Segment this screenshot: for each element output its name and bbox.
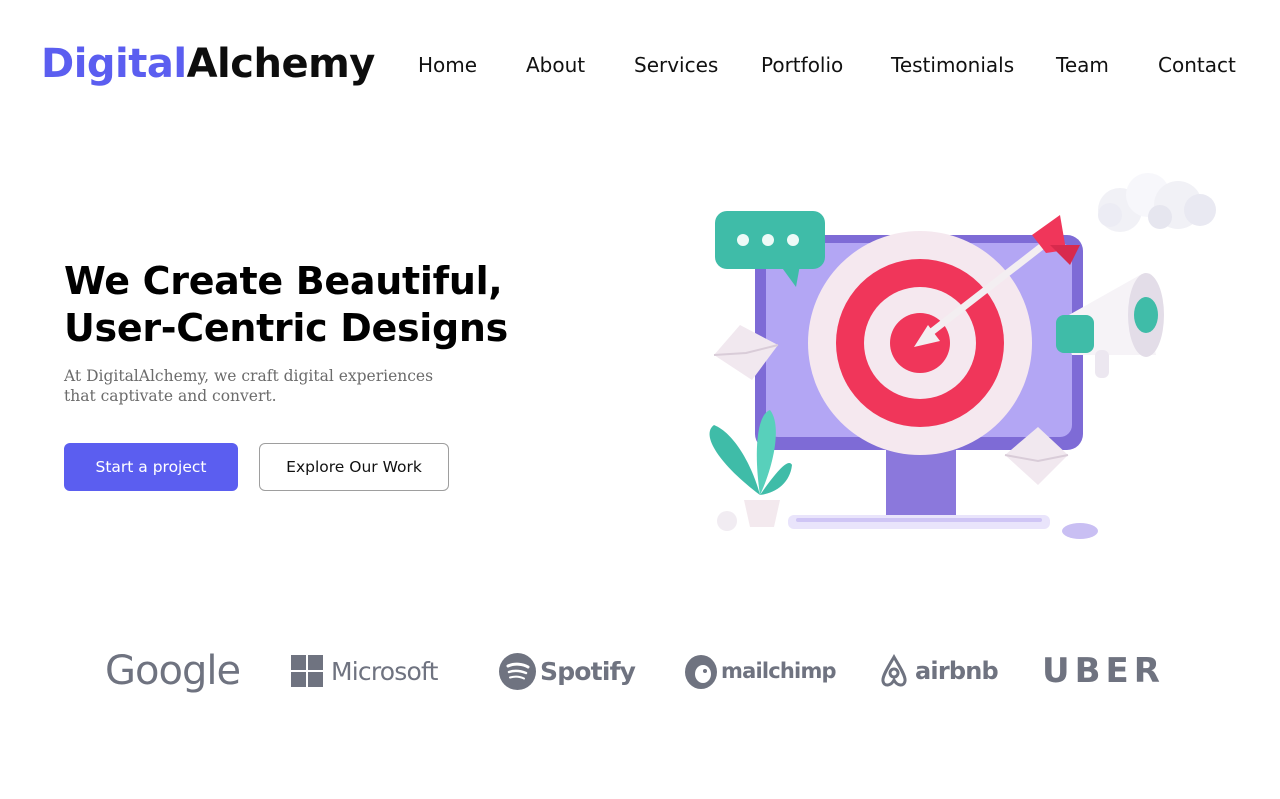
brand-airbnb-text: airbnb <box>915 657 999 685</box>
brand-google: Google <box>105 645 241 697</box>
brand-spotify: Spotify <box>499 645 636 697</box>
brand-google-text: Google <box>105 648 241 694</box>
mouse-icon <box>1062 523 1098 539</box>
brand-airbnb: airbnb <box>879 645 999 697</box>
hero-subtitle: At DigitalAlchemy, we craft digital expe… <box>64 367 434 405</box>
airbnb-icon <box>881 654 907 687</box>
brand-mailchimp: mailchimp <box>683 645 837 697</box>
explore-work-button[interactable]: Explore Our Work <box>259 443 449 491</box>
logo[interactable]: DigitalAlchemy <box>41 38 375 90</box>
nav-about[interactable]: About <box>526 53 585 77</box>
spotify-icon <box>499 652 536 690</box>
microsoft-icon <box>291 655 323 687</box>
cloud-icon <box>1098 173 1216 232</box>
logo-digital: Digital <box>41 41 187 87</box>
brand-mailchimp-text: mailchimp <box>721 659 837 683</box>
mailchimp-icon <box>685 655 717 689</box>
nav-portfolio[interactable]: Portfolio <box>761 53 843 77</box>
hero-title-line-1: We Create Beautiful, <box>64 259 503 303</box>
brand-uber-text: UBER <box>1042 651 1165 691</box>
nav-home[interactable]: Home <box>418 53 477 77</box>
nav-services[interactable]: Services <box>634 53 718 77</box>
brand-uber: UBER <box>1042 645 1165 697</box>
brand-microsoft: Microsoft <box>291 645 438 697</box>
nav-contact[interactable]: Contact <box>1158 53 1236 77</box>
nav-testimonials[interactable]: Testimonials <box>891 53 1014 77</box>
hero-title: We Create Beautiful, User-Centric Design… <box>64 258 584 352</box>
brand-spotify-text: Spotify <box>540 656 636 686</box>
nav-team[interactable]: Team <box>1056 53 1109 77</box>
logo-alchemy: Alchemy <box>186 41 376 87</box>
hero-illustration <box>709 173 1216 539</box>
start-project-button[interactable]: Start a project <box>64 443 238 491</box>
brand-microsoft-text: Microsoft <box>331 656 438 686</box>
hero-title-line-2: User-Centric Designs <box>64 306 508 350</box>
